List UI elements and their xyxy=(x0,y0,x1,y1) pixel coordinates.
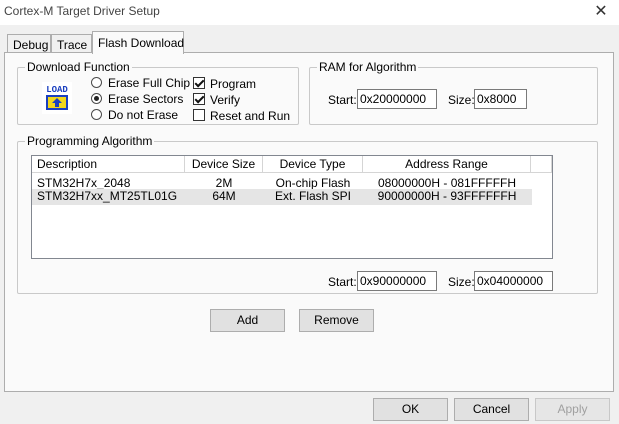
ok-button[interactable]: OK xyxy=(373,398,448,421)
cancel-button[interactable]: Cancel xyxy=(454,398,529,421)
tab-trace-label: Trace xyxy=(57,38,88,52)
column-header-device-type[interactable]: Device Type xyxy=(263,156,363,173)
ram-size-input[interactable] xyxy=(474,89,527,109)
tab-debug[interactable]: Debug xyxy=(7,34,51,54)
algorithm-list[interactable]: Description Device Size Device Type Addr… xyxy=(31,155,553,259)
apply-button[interactable]: Apply xyxy=(535,398,610,421)
erase-full-chip-radio[interactable] xyxy=(91,77,102,88)
add-button[interactable]: Add xyxy=(210,309,285,332)
erase-sectors-label[interactable]: Erase Sectors xyxy=(108,92,183,106)
column-header-device-size[interactable]: Device Size xyxy=(185,156,263,173)
row-device-size: 64M xyxy=(212,189,236,203)
reset-and-run-checkbox[interactable] xyxy=(193,109,205,121)
column-header-address-range[interactable]: Address Range xyxy=(363,156,531,173)
column-header-description[interactable]: Description xyxy=(32,156,185,173)
algorithm-size-input[interactable] xyxy=(474,271,553,291)
tab-debug-label: Debug xyxy=(13,38,49,52)
program-checkbox[interactable] xyxy=(193,77,205,89)
do-not-erase-label[interactable]: Do not Erase xyxy=(108,108,178,122)
program-label[interactable]: Program xyxy=(210,77,256,91)
ram-for-algorithm-label: RAM for Algorithm xyxy=(317,60,419,74)
load-icon: LOAD xyxy=(42,82,72,114)
ram-size-label: Size: xyxy=(448,93,475,107)
tab-flash-download-label: Flash Download xyxy=(98,36,185,50)
row-device-type: Ext. Flash SPI xyxy=(274,189,352,203)
column-header-filler xyxy=(531,156,552,173)
close-button[interactable]: ✕ xyxy=(588,2,614,22)
erase-full-chip-label[interactable]: Erase Full Chip xyxy=(108,76,190,90)
row-address-range: 90000000H - 93FFFFFFH xyxy=(377,189,517,203)
verify-checkbox[interactable] xyxy=(193,93,205,105)
window-title: Cortex-M Target Driver Setup xyxy=(4,4,160,18)
title-bar: Cortex-M Target Driver Setup ✕ xyxy=(0,0,619,25)
row-description: STM32H7xx_MT25TL01G xyxy=(37,189,178,203)
reset-and-run-label[interactable]: Reset and Run xyxy=(210,109,290,123)
load-icon-text: LOAD xyxy=(46,85,68,95)
tab-trace[interactable]: Trace xyxy=(51,34,92,54)
download-function-label: Download Function xyxy=(25,60,132,74)
verify-label[interactable]: Verify xyxy=(210,93,240,107)
do-not-erase-radio[interactable] xyxy=(91,109,102,120)
erase-sectors-radio[interactable] xyxy=(91,93,102,104)
table-row[interactable]: STM32H7xx_MT25TL01G 64M Ext. Flash SPI 9… xyxy=(32,189,532,205)
ram-start-input[interactable] xyxy=(357,89,437,109)
algorithm-start-label: Start: xyxy=(328,275,357,289)
programming-algorithm-label: Programming Algorithm xyxy=(25,134,155,148)
close-icon: ✕ xyxy=(594,3,608,20)
ram-start-label: Start: xyxy=(328,93,357,107)
remove-button[interactable]: Remove xyxy=(299,309,374,332)
algorithm-size-label: Size: xyxy=(448,275,475,289)
tab-flash-download[interactable]: Flash Download xyxy=(92,31,184,54)
algorithm-start-input[interactable] xyxy=(357,271,437,291)
